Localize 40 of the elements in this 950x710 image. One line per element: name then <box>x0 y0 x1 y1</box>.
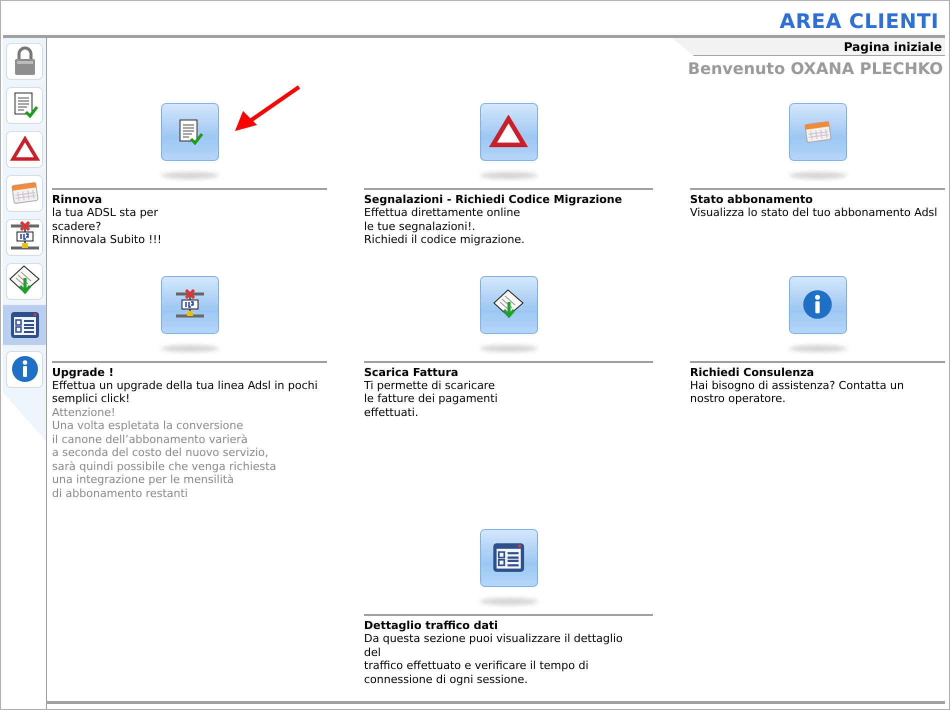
section-button[interactable] <box>160 103 218 161</box>
section-button[interactable] <box>480 529 538 587</box>
page-tab[interactable]: Pagina iniziale <box>672 38 945 56</box>
sidebar-item[interactable] <box>3 85 46 125</box>
button-shadow <box>160 344 218 352</box>
sidebar-item[interactable] <box>3 305 46 345</box>
section-description: Ti permette di scaricare le fatture dei pagamenti effettuati. <box>364 378 499 419</box>
section-description: Da questa sezione puoi visualizzare il dettaglio del traffico effettuato e verificare il tempo di connessione di ogni sessione. <box>364 632 624 686</box>
warning-triangle-icon <box>489 115 528 149</box>
section-button[interactable] <box>788 276 846 334</box>
section-button[interactable] <box>480 103 538 161</box>
warning-triangle-icon <box>10 136 40 162</box>
section-title: Segnalazioni - Richiedi Codice Migrazione <box>364 193 624 206</box>
padlock-icon <box>12 46 36 76</box>
button-shadow <box>788 344 846 352</box>
section-title: Upgrade ! <box>52 366 115 378</box>
section-title: Dettaglio traffico dati <box>364 619 499 632</box>
section-description: Hai bisogno di assistenza? Contatta un nostro operatore. <box>690 378 905 406</box>
section-title: Rinnova <box>52 193 104 206</box>
button-shadow <box>480 344 538 352</box>
section-title: Richiedi Consulenza <box>690 366 816 378</box>
section-button[interactable] <box>160 276 218 334</box>
section-description: Effettua direttamente online le tue segnalazioni!. Richiedi il codice migrazione. <box>364 206 526 246</box>
section-title: Stato abbonamento <box>690 193 814 206</box>
info-icon <box>801 288 834 321</box>
section-title: Scarica Fattura <box>364 366 460 378</box>
button-shadow <box>480 172 538 179</box>
button-shadow <box>480 598 538 605</box>
button-shadow <box>160 172 218 179</box>
welcome-text: Benvenuto OXANA PLECHKO <box>686 59 944 78</box>
info-icon <box>10 354 40 384</box>
section-description: Effettua un upgrade della tua linea Adsl in pochi semplici click! <box>52 378 319 406</box>
section-description: la tua ADSL sta per scadere? Rinnovala Subito !!! <box>52 206 163 246</box>
section-description: Visualizza lo stato del tuo abbonamento Adsl <box>690 206 938 220</box>
button-shadow <box>788 172 846 179</box>
pointer-arrow <box>233 85 301 133</box>
page-title: AREA CLIENTI <box>780 9 939 33</box>
sidebar-item[interactable] <box>3 261 46 301</box>
sidebar-item[interactable] <box>3 217 46 257</box>
section-note: Attenzione! Una volta espletata la conversione il canone dell’abbonamento varierà a seconda del costo del nuovo servizio, sarà quindi possibile che venga richiesta una integrazione per le mensilità di abbonamento restanti <box>52 406 278 500</box>
